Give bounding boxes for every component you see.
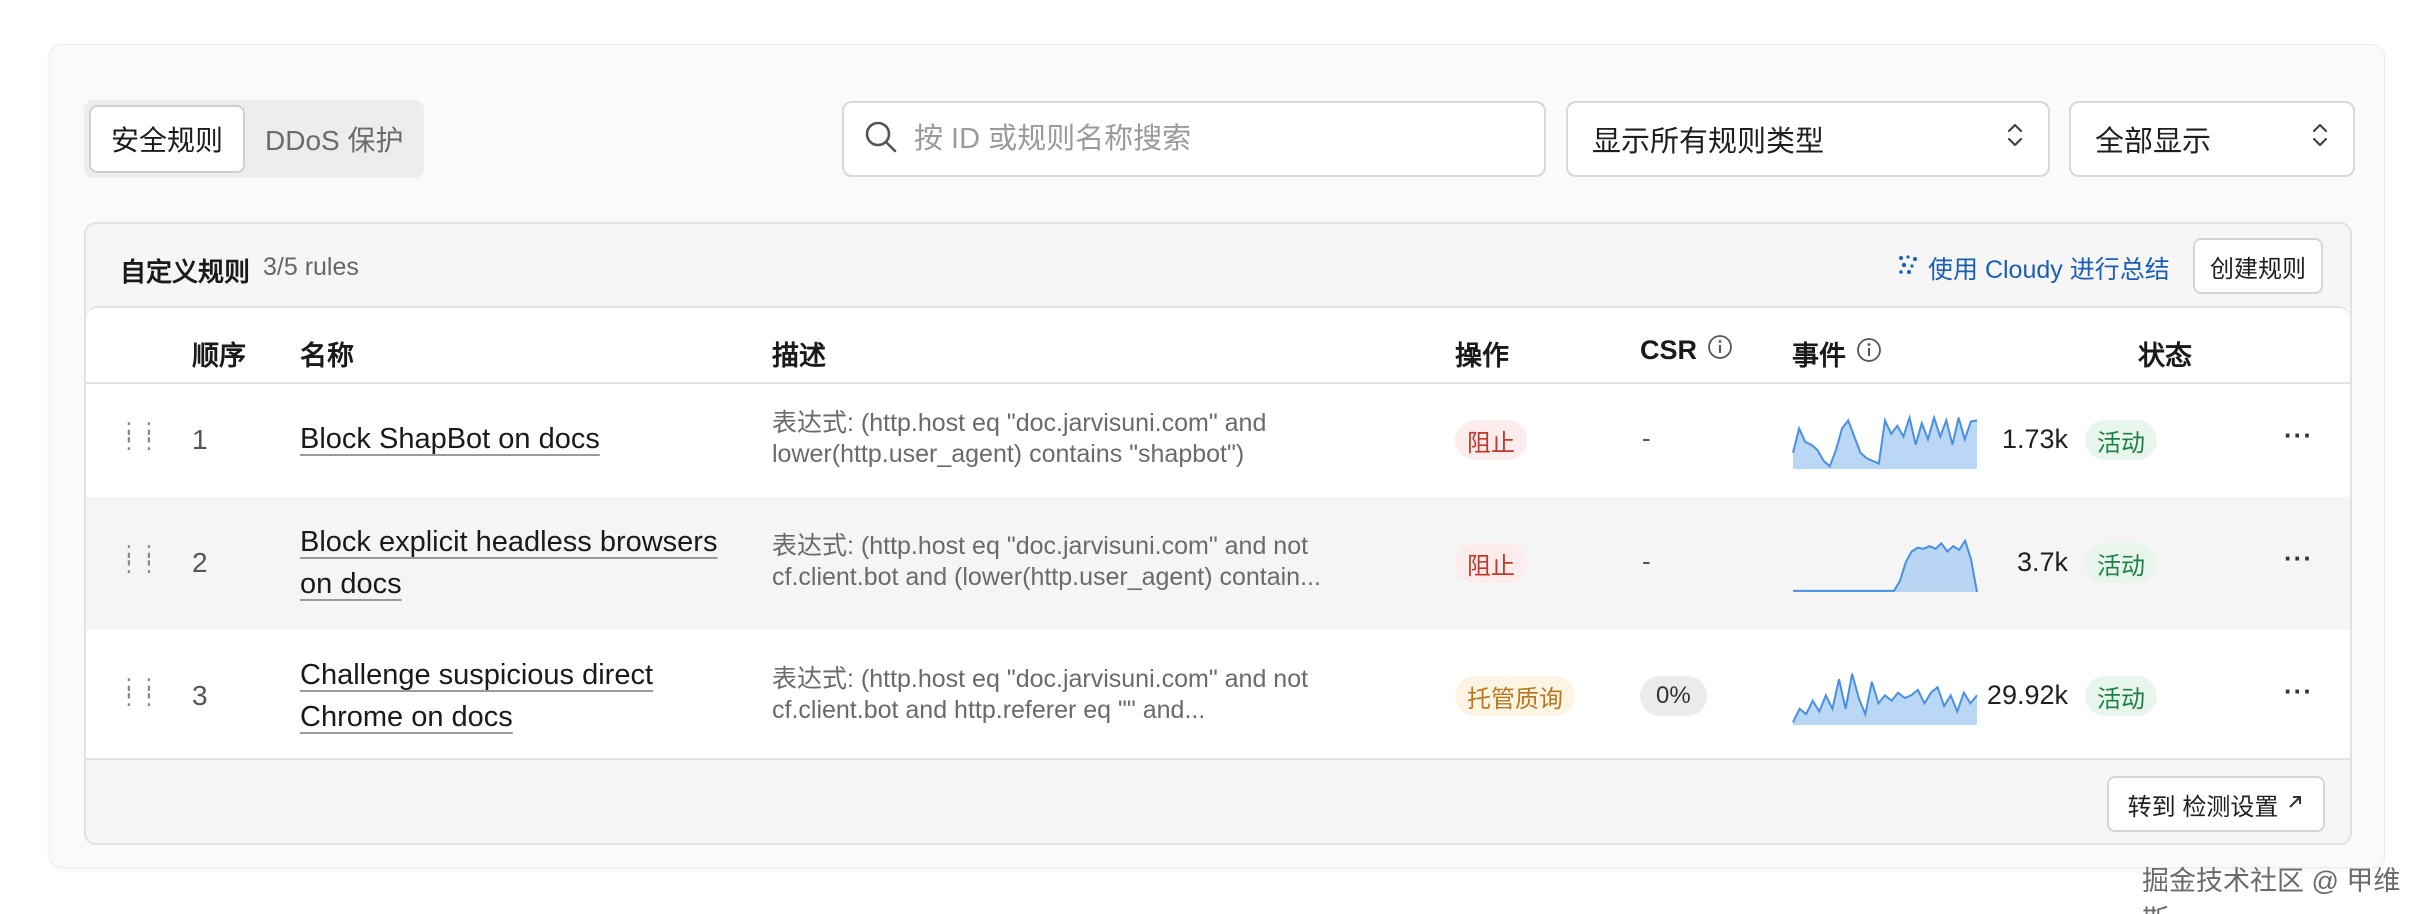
- csr-value: 0%: [1640, 676, 1707, 716]
- rules-tab-group: 安全规则 DDoS 保护: [84, 100, 424, 178]
- display-select[interactable]: 全部显示: [2069, 101, 2355, 177]
- tab-security-rules[interactable]: 安全规则: [89, 105, 246, 173]
- tab-ddos-protection[interactable]: DDoS 保护: [245, 105, 423, 173]
- rule-description: 表达式: (http.host eq "doc.jarvisuni.com" a…: [772, 409, 1267, 468]
- watermark: 掘金技术社区 @ 甲维斯: [2142, 866, 2401, 914]
- chevron-updown-icon: [2006, 120, 2024, 158]
- events-count: 1.73k: [2001, 424, 2068, 454]
- search-icon: [864, 120, 898, 159]
- column-header-order: 顺序: [192, 341, 246, 371]
- column-header-action: 操作: [1455, 341, 1509, 371]
- column-header-name: 名称: [300, 341, 354, 371]
- column-header-desc: 描述: [772, 341, 826, 371]
- rules-table: 顺序 名称 描述 操作 CSR 事件 状态 ⋮⋮ ⋮⋮ 1 Block ShapB…: [86, 306, 2350, 760]
- action-badge: 阻止: [1455, 420, 1527, 460]
- csr-value: -: [1642, 423, 1651, 453]
- custom-rules-panel: 自定义规则 3/5 rules 使用 Cloudy 进行总结 创建规则 顺序 名…: [84, 222, 2352, 845]
- drag-handle-icon[interactable]: ⋮⋮ ⋮⋮: [118, 420, 160, 452]
- drag-handle-icon[interactable]: ⋮⋮ ⋮⋮: [118, 543, 160, 575]
- action-badge: 阻止: [1455, 543, 1527, 583]
- rule-type-select[interactable]: 显示所有规则类型: [1566, 101, 2050, 177]
- rule-order: 3: [192, 680, 208, 711]
- status-badge: 活动: [2085, 543, 2157, 583]
- action-badge: 托管质询: [1455, 676, 1575, 716]
- rule-order: 1: [192, 424, 208, 455]
- more-options-icon[interactable]: ···: [2284, 420, 2313, 451]
- csr-value: -: [1642, 546, 1651, 576]
- rule-type-value: 显示所有规则类型: [1592, 126, 1825, 158]
- more-options-icon[interactable]: ···: [2284, 543, 2313, 574]
- info-icon[interactable]: [1856, 337, 1882, 370]
- info-icon[interactable]: [1707, 334, 1733, 367]
- events-count: 29.92k: [1986, 680, 2068, 710]
- table-row[interactable]: ⋮⋮ ⋮⋮ 2 Block explicit headless browsers …: [86, 497, 2350, 630]
- rule-name-link[interactable]: Block ShapBot on docs: [300, 418, 720, 460]
- chevron-updown-icon: [2311, 120, 2329, 158]
- panel-title: 自定义规则: [120, 257, 251, 287]
- rules-count: 3/5 rules: [263, 253, 359, 281]
- rule-name-link[interactable]: Block explicit headless browsers on docs: [300, 521, 720, 605]
- rule-order: 2: [192, 547, 208, 578]
- cloudy-summary-link[interactable]: 使用 Cloudy 进行总结: [1896, 250, 2170, 286]
- events-count: 3.7k: [2016, 547, 2068, 577]
- column-header-status: 状态: [2138, 341, 2192, 371]
- goto-label: 转到 检测设置: [2127, 793, 2279, 821]
- column-header-events: 事件: [1792, 334, 1882, 373]
- status-badge: 活动: [2085, 420, 2157, 460]
- more-options-icon[interactable]: ···: [2284, 676, 2313, 707]
- search-box[interactable]: [842, 101, 1546, 177]
- table-row[interactable]: ⋮⋮ ⋮⋮ 1 Block ShapBot on docs 表达式: (http.…: [86, 384, 2350, 497]
- rule-name-link[interactable]: Challenge suspicious direct Chrome on do…: [300, 654, 720, 738]
- rule-description: 表达式: (http.host eq "doc.jarvisuni.com" a…: [772, 665, 1309, 724]
- create-rule-button[interactable]: 创建规则: [2193, 238, 2323, 294]
- column-header-csr: CSR: [1640, 334, 1733, 367]
- table-row[interactable]: ⋮⋮ ⋮⋮ 3 Challenge suspicious direct Chrom…: [86, 630, 2350, 760]
- goto-detection-settings-button[interactable]: 转到 检测设置: [2107, 776, 2325, 832]
- search-input[interactable]: [914, 122, 1534, 156]
- cloudy-summary-label: 使用 Cloudy 进行总结: [1928, 256, 2170, 284]
- status-badge: 活动: [2085, 676, 2157, 716]
- external-link-icon: [2286, 790, 2304, 818]
- rule-description: 表达式: (http.host eq "doc.jarvisuni.com" a…: [772, 532, 1321, 591]
- drag-handle-icon[interactable]: ⋮⋮ ⋮⋮: [118, 676, 160, 708]
- sparkle-icon: [1896, 253, 1920, 284]
- display-value: 全部显示: [2095, 126, 2212, 158]
